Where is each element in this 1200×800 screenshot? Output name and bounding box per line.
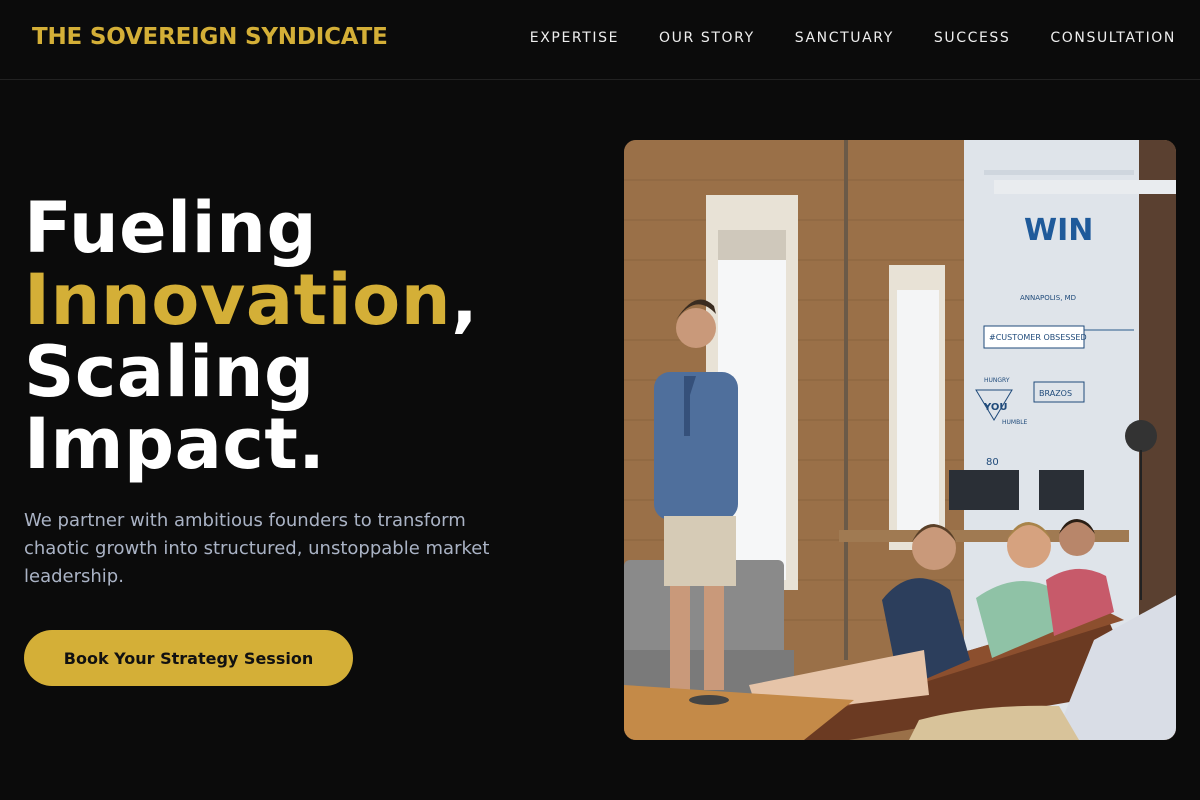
headline-line-3: Scaling (24, 331, 315, 413)
nav-link-our-story[interactable]: OUR STORY (659, 30, 755, 46)
headline-accent-word: Innovation (24, 259, 452, 341)
headline-line-1: Fueling (24, 187, 318, 269)
headline-line-4: Impact. (24, 403, 326, 485)
mural-brazos-text: BRAZOS (1039, 389, 1072, 398)
nav-link-expertise[interactable]: EXPERTISE (530, 30, 619, 46)
mural-humble-text: HUMBLE (1002, 419, 1028, 426)
nav-link-consultation[interactable]: CONSULTATION (1050, 30, 1176, 46)
brand-logo[interactable]: THE SOVEREIGN SYNDICATE (32, 24, 388, 50)
hero-headline: Fueling Innovation, Scaling Impact. (24, 192, 584, 480)
team-meeting-illustration: WIN ANNAPOLIS, MD #CUSTOMER OBSESSED HUN… (624, 140, 1176, 740)
mural-banner-text: #CUSTOMER OBSESSED (989, 333, 1087, 342)
nav-link-sanctuary[interactable]: SANCTUARY (795, 30, 894, 46)
mural-hungry-text: HUNGRY (984, 377, 1010, 384)
mural-you-text: YOU (983, 402, 1008, 413)
mural-win-text: WIN (1024, 213, 1093, 248)
headline-line-2: Innovation, (24, 264, 584, 336)
mural-number-text: 80 (986, 457, 999, 468)
monitor (949, 470, 1019, 510)
hero-subtext: We partner with ambitious founders to tr… (24, 510, 490, 587)
main-nav: EXPERTISE OUR STORY SANCTUARY SUCCESS CO… (530, 30, 1176, 46)
mural-city-text: ANNAPOLIS, MD (1020, 294, 1076, 302)
book-strategy-session-button[interactable]: Book Your Strategy Session (24, 630, 353, 686)
hero-team-photo: WIN ANNAPOLIS, MD #CUSTOMER OBSESSED HUN… (624, 140, 1176, 740)
site-header: THE SOVEREIGN SYNDICATE EXPERTISE OUR ST… (0, 0, 1200, 80)
headline-comma: , (451, 259, 479, 341)
nav-link-success[interactable]: SUCCESS (934, 30, 1011, 46)
